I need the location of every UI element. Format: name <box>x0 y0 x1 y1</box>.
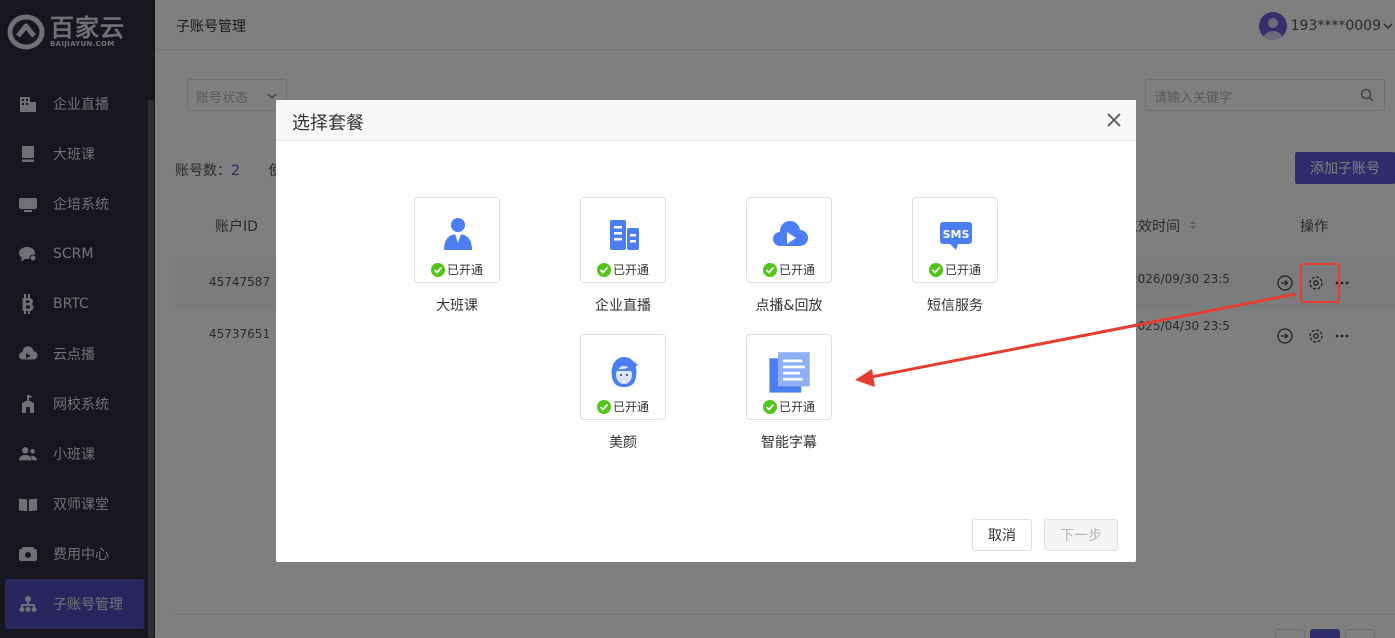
teacher-icon <box>444 218 472 250</box>
package-name: 短信服务 <box>927 298 983 314</box>
package-card-smart-subtitles[interactable]: 已开通 智能字幕 <box>746 334 832 452</box>
status-text: 已开通 <box>945 263 982 277</box>
package-name: 企业直播 <box>595 298 651 314</box>
buildings-icon <box>610 220 639 250</box>
package-name: 智能字幕 <box>761 435 817 451</box>
cloud-play-icon <box>773 220 808 246</box>
status-badge: 已开通 <box>763 261 815 278</box>
status-text: 已开通 <box>779 263 816 277</box>
status-badge: 已开通 <box>597 261 649 278</box>
next-step-button[interactable]: 下一步 <box>1044 519 1118 551</box>
status-badge: 已开通 <box>929 261 981 278</box>
package-tile[interactable]: 已开通 <box>414 197 500 283</box>
package-tile[interactable]: SMS 已开通 <box>912 197 998 283</box>
package-card-vod-replay[interactable]: 已开通 点播&回放 <box>746 197 832 315</box>
modal-title: 选择套餐 <box>292 113 364 134</box>
check-circle-icon <box>597 399 611 414</box>
package-card-beauty[interactable]: 已开通 美颜 <box>580 334 666 452</box>
package-name: 点播&回放 <box>755 298 823 314</box>
status-text: 已开通 <box>613 400 650 414</box>
status-badge: 已开通 <box>763 398 815 415</box>
status-text: 已开通 <box>779 400 816 414</box>
status-badge: 已开通 <box>431 261 483 278</box>
status-text: 已开通 <box>447 263 484 277</box>
check-circle-icon <box>763 399 777 414</box>
beauty-face-icon <box>611 357 639 387</box>
package-tile[interactable]: 已开通 <box>580 197 666 283</box>
annotation-highlight-box <box>1300 263 1340 303</box>
package-card-sms[interactable]: SMS 已开通 短信服务 <box>912 197 998 315</box>
check-circle-icon <box>929 262 943 277</box>
select-package-modal: 选择套餐 已开通 大班课 已开通 企业直播 已开通 点播&回放 SMS 已开通 … <box>276 100 1136 562</box>
package-name: 大班课 <box>436 298 478 314</box>
package-tile[interactable]: 已开通 <box>746 197 832 283</box>
package-name: 美颜 <box>609 435 637 451</box>
package-tile[interactable]: 已开通 <box>746 334 832 420</box>
modal-header: 选择套餐 <box>276 100 1136 141</box>
check-circle-icon <box>431 262 445 277</box>
sms-icon: SMS <box>940 222 972 250</box>
package-card-enterprise-live[interactable]: 已开通 企业直播 <box>580 197 666 315</box>
cancel-button[interactable]: 取消 <box>972 519 1032 551</box>
package-card-big-class[interactable]: 已开通 大班课 <box>414 197 500 315</box>
svg-text:SMS: SMS <box>943 228 970 241</box>
subtitle-doc-icon <box>769 352 810 393</box>
status-badge: 已开通 <box>597 398 649 415</box>
close-icon[interactable] <box>1104 110 1124 130</box>
check-circle-icon <box>597 262 611 277</box>
status-text: 已开通 <box>613 263 650 277</box>
package-tile[interactable]: 已开通 <box>580 334 666 420</box>
check-circle-icon <box>763 262 777 277</box>
